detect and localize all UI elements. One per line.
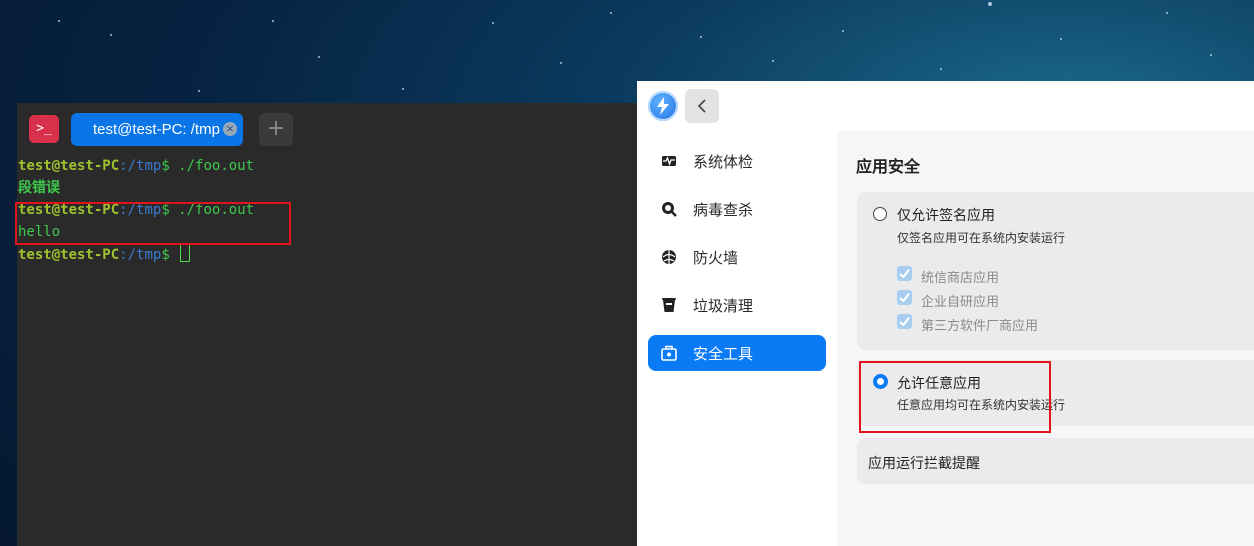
section-title: 应用安全	[856, 157, 921, 176]
sidebar-item-system-check[interactable]: 系统体检	[648, 143, 826, 179]
firewall-icon	[662, 250, 676, 264]
new-tab-button[interactable]: +	[259, 113, 293, 146]
virus-scan-icon	[662, 202, 677, 217]
app-sidebar: 系统体检 病毒查杀 防火墙 垃圾清理 安全工具	[637, 131, 837, 546]
security-logo-icon	[648, 91, 678, 121]
prompt-user: test@test-PC	[18, 158, 120, 174]
security-center-window: 系统体检 病毒查杀 防火墙 垃圾清理 安全工具 应用安全 仅允许签名应用 仅签名…	[637, 81, 1254, 546]
sidebar-item-label: 系统体检	[693, 153, 754, 171]
terminal-cursor	[180, 243, 191, 262]
terminal-tab[interactable]: test@test-PC: /tmp ×	[71, 113, 243, 146]
prompt-symbol: $	[161, 158, 179, 174]
sidebar-item-label: 垃圾清理	[693, 297, 754, 315]
trash-icon	[662, 298, 676, 312]
terminal-tab-label: test@test-PC: /tmp	[93, 121, 220, 138]
toolbox-icon	[661, 345, 677, 361]
sidebar-item-firewall[interactable]: 防火墙	[648, 239, 826, 275]
sidebar-item-virus-scan[interactable]: 病毒查杀	[648, 191, 826, 227]
option-title: 仅允许签名应用	[897, 208, 995, 224]
prompt-path: :/tmp	[119, 158, 162, 174]
app-content: 应用安全 仅允许签名应用 仅签名应用可在系统内安装运行 统信商店应用 企业自研应…	[837, 131, 1254, 546]
intercept-reminder-row[interactable]: 应用运行拦截提醒	[857, 438, 1254, 484]
checkbox-third-party-apps[interactable]	[897, 314, 912, 329]
plus-icon: +	[266, 116, 286, 141]
checkmark-icon	[899, 292, 910, 303]
sidebar-item-label: 防火墙	[693, 249, 739, 267]
checkbox-store-apps[interactable]	[897, 266, 912, 281]
checkbox-label: 第三方软件厂商应用	[921, 319, 1039, 334]
terminal-line: test@test-PC:/tmp$	[18, 243, 254, 265]
checkbox-label: 统信商店应用	[921, 271, 1000, 286]
highlight-box	[859, 361, 1051, 433]
back-button[interactable]	[685, 89, 719, 123]
terminal-app-icon: >_	[29, 115, 59, 143]
command-output: 段错误	[18, 180, 60, 196]
sidebar-item-label: 病毒查杀	[693, 201, 754, 219]
prompt-path: :/tmp	[119, 247, 162, 263]
checkmark-icon	[899, 268, 910, 279]
chevron-left-icon	[697, 99, 706, 113]
pulse-monitor-icon	[662, 156, 676, 166]
terminal-window: >_ test@test-PC: /tmp × + test@test-PC:/…	[17, 103, 637, 546]
terminal-line: 段错误	[18, 177, 254, 199]
checkmark-icon	[899, 316, 910, 327]
sidebar-item-cleanup[interactable]: 垃圾清理	[648, 287, 826, 323]
close-tab-icon[interactable]: ×	[223, 122, 237, 136]
app-titlebar	[637, 81, 1254, 131]
sidebar-item-label: 安全工具	[693, 345, 754, 363]
sidebar-item-security-tools[interactable]: 安全工具	[648, 335, 826, 371]
prompt-symbol: $	[161, 247, 179, 263]
intercept-reminder-label: 应用运行拦截提醒	[868, 456, 980, 472]
signed-apps-card: 仅允许签名应用 仅签名应用可在系统内安装运行 统信商店应用 企业自研应用 第三方…	[857, 192, 1254, 350]
terminal-tab-bar: >_ test@test-PC: /tmp × +	[17, 103, 637, 155]
command-text: ./foo.out	[178, 158, 255, 174]
option-description: 仅签名应用可在系统内安装运行	[897, 231, 1066, 245]
prompt-user: test@test-PC	[18, 247, 120, 263]
radio-signed-only[interactable]	[873, 207, 887, 221]
terminal-line: test@test-PC:/tmp$ ./foo.out	[18, 155, 254, 177]
highlight-box	[15, 202, 291, 245]
checkbox-label: 企业自研应用	[921, 295, 1000, 310]
checkbox-in-house-apps[interactable]	[897, 290, 912, 305]
